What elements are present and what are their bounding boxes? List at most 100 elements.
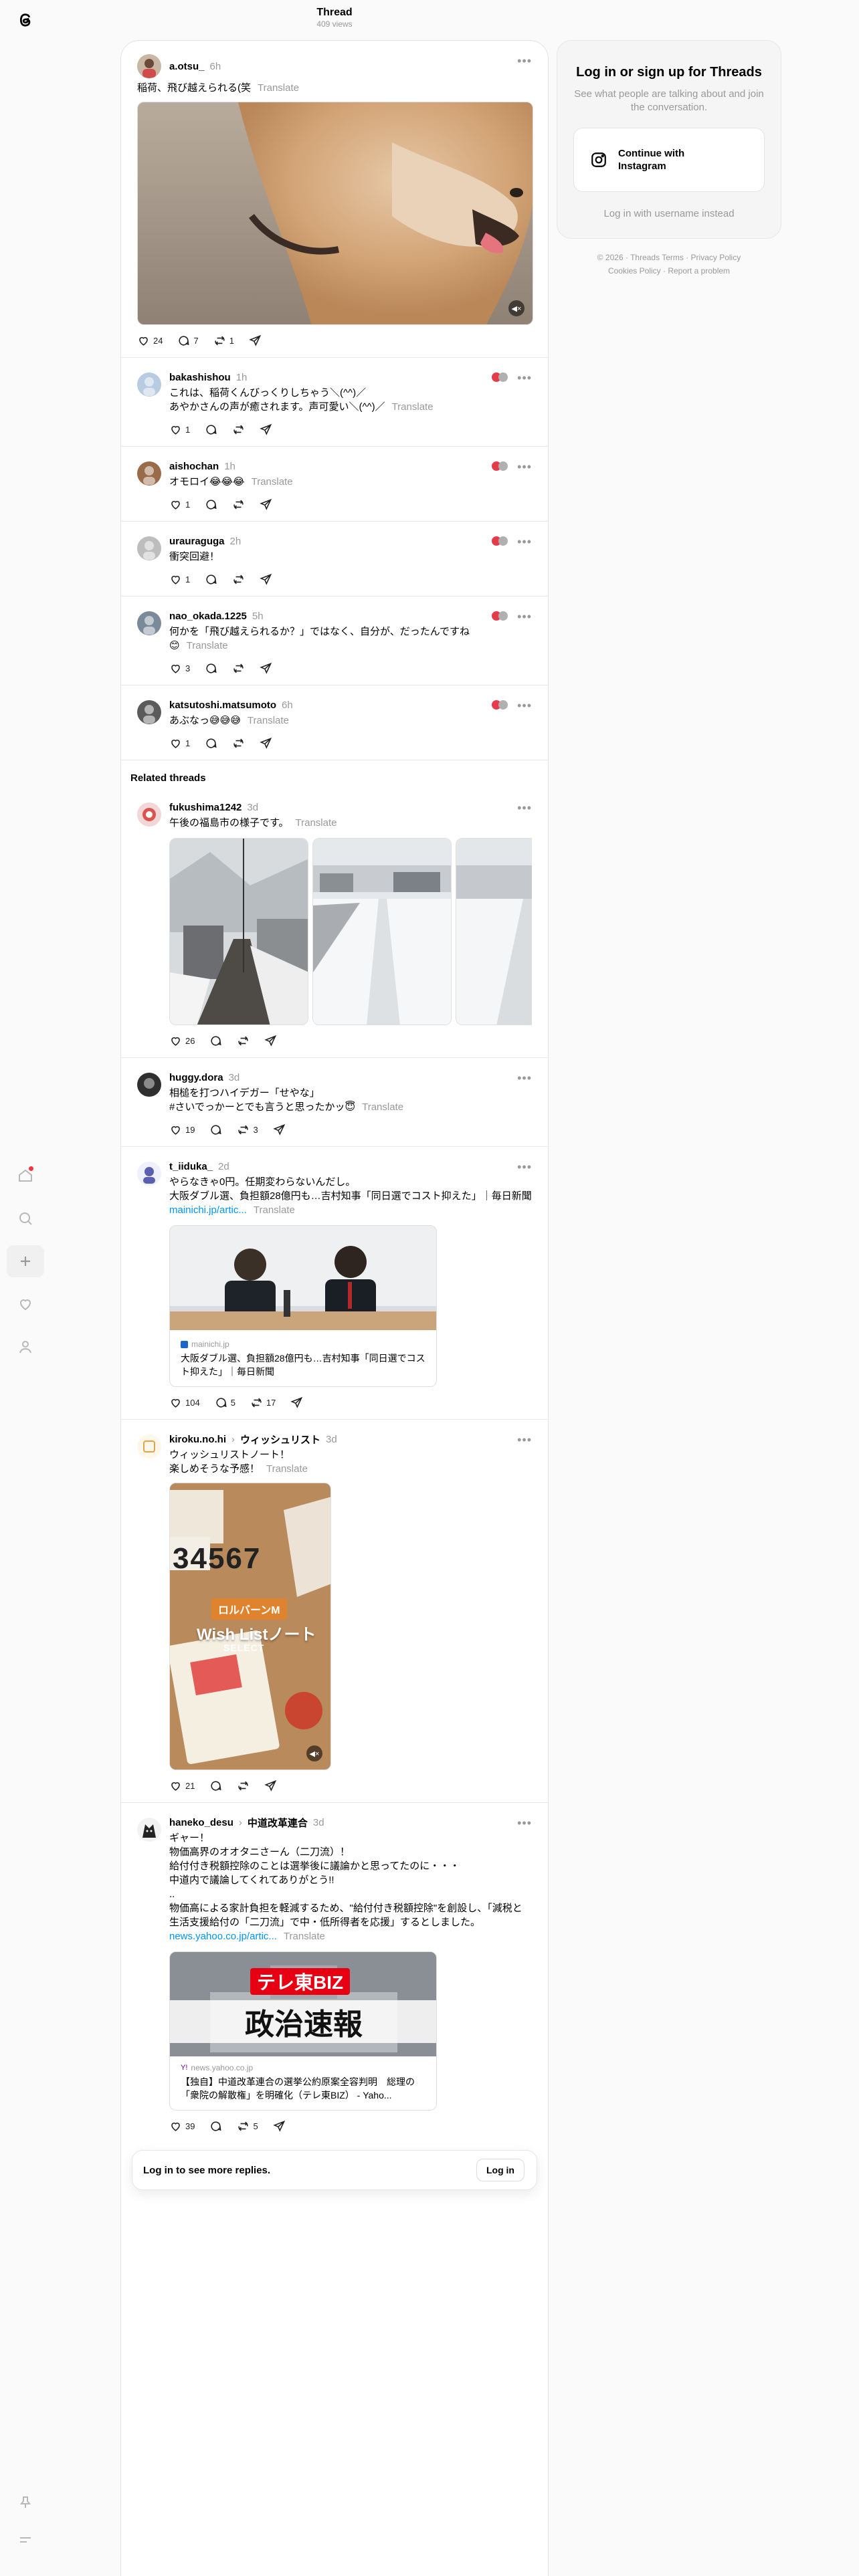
like-button[interactable]: 1 bbox=[169, 423, 190, 436]
repost-button[interactable]: 17 bbox=[250, 1396, 276, 1409]
timestamp[interactable]: 3d bbox=[247, 802, 258, 813]
more-options-icon[interactable]: ••• bbox=[517, 699, 532, 713]
like-button[interactable]: 1 bbox=[169, 498, 190, 511]
username[interactable]: nao_okada.1225 bbox=[169, 611, 247, 622]
share-button[interactable] bbox=[260, 498, 272, 511]
mute-icon[interactable]: ◀× bbox=[306, 1745, 322, 1761]
mute-icon[interactable]: ◀× bbox=[508, 300, 524, 316]
timestamp[interactable]: 3d bbox=[229, 1072, 240, 1083]
more-options-icon[interactable]: ••• bbox=[517, 610, 532, 624]
like-button[interactable]: 19 bbox=[169, 1123, 195, 1136]
translate-link[interactable]: Translate bbox=[284, 1931, 325, 1942]
repost-button[interactable] bbox=[232, 573, 245, 586]
share-button[interactable] bbox=[290, 1396, 303, 1409]
more-options-icon[interactable]: ••• bbox=[517, 54, 532, 68]
translate-link[interactable]: Translate bbox=[248, 715, 289, 726]
username[interactable]: haneko_desu bbox=[169, 1817, 233, 1828]
username[interactable]: fukushima1242 bbox=[169, 802, 242, 813]
avatar[interactable] bbox=[137, 802, 161, 827]
pin-icon[interactable] bbox=[7, 2486, 44, 2518]
username[interactable]: kiroku.no.hi bbox=[169, 1434, 226, 1445]
timestamp[interactable]: 2h bbox=[230, 536, 242, 547]
translate-link[interactable]: Translate bbox=[252, 476, 293, 488]
avatar[interactable] bbox=[137, 461, 161, 486]
heart-icon[interactable] bbox=[7, 1288, 44, 1320]
search-icon[interactable] bbox=[7, 1202, 44, 1235]
share-button[interactable] bbox=[260, 662, 272, 675]
more-options-icon[interactable]: ••• bbox=[517, 1160, 532, 1174]
share-button[interactable] bbox=[260, 573, 272, 586]
login-button[interactable]: Log in bbox=[476, 2159, 524, 2181]
repost-button[interactable]: 1 bbox=[213, 334, 234, 347]
translate-link[interactable]: Translate bbox=[392, 401, 434, 413]
timestamp[interactable]: 1h bbox=[236, 372, 248, 383]
username[interactable]: katsutoshi.matsumoto bbox=[169, 700, 276, 711]
home-icon[interactable] bbox=[7, 1160, 44, 1192]
reply-button[interactable] bbox=[205, 423, 217, 436]
menu-icon[interactable] bbox=[7, 2524, 44, 2556]
reply-button[interactable] bbox=[205, 737, 217, 750]
share-button[interactable] bbox=[272, 1123, 286, 1136]
profile-icon[interactable] bbox=[7, 1331, 44, 1363]
repost-button[interactable] bbox=[237, 1780, 250, 1792]
post-image[interactable] bbox=[312, 838, 452, 1025]
post-link[interactable]: news.yahoo.co.jp/artic... bbox=[169, 1931, 277, 1942]
repost-button[interactable] bbox=[232, 423, 245, 436]
avatar[interactable] bbox=[137, 1818, 161, 1842]
username[interactable]: aishochan bbox=[169, 461, 219, 472]
username[interactable]: huggy.dora bbox=[169, 1072, 223, 1083]
reply-button[interactable] bbox=[205, 498, 217, 511]
like-button[interactable]: 1 bbox=[169, 573, 190, 586]
avatar[interactable] bbox=[137, 700, 161, 724]
more-options-icon[interactable]: ••• bbox=[517, 460, 532, 474]
repost-button[interactable] bbox=[232, 498, 245, 511]
reply-button[interactable] bbox=[209, 1780, 222, 1792]
post-video[interactable]: ◀× bbox=[137, 102, 533, 325]
like-button[interactable]: 39 bbox=[169, 2120, 195, 2133]
avatar[interactable] bbox=[137, 536, 161, 560]
more-options-icon[interactable]: ••• bbox=[517, 1816, 532, 1830]
translate-link[interactable]: Translate bbox=[362, 1101, 403, 1113]
share-button[interactable] bbox=[272, 2120, 286, 2133]
timestamp[interactable]: 2d bbox=[218, 1161, 229, 1172]
link-preview-card[interactable]: テレ東BIZ 政治速報 Y! news.yahoo.co.jp 【独自】中道改革連… bbox=[169, 1951, 437, 2111]
more-options-icon[interactable]: ••• bbox=[517, 801, 532, 815]
reply-button[interactable] bbox=[209, 1035, 222, 1047]
post-image[interactable] bbox=[169, 838, 308, 1025]
like-button[interactable]: 1 bbox=[169, 737, 190, 750]
timestamp[interactable]: 5h bbox=[252, 611, 264, 622]
username-login-link[interactable]: Log in with username instead bbox=[573, 208, 765, 219]
share-button[interactable] bbox=[249, 334, 262, 347]
reply-button[interactable] bbox=[205, 662, 217, 675]
more-options-icon[interactable]: ••• bbox=[517, 1071, 532, 1085]
continue-with-instagram-button[interactable]: Continue with Instagram bbox=[573, 128, 765, 192]
more-options-icon[interactable]: ••• bbox=[517, 1433, 532, 1447]
footer-links[interactable]: © 2026 · Threads Terms · Privacy Policy bbox=[557, 251, 781, 264]
share-button[interactable] bbox=[264, 1035, 277, 1047]
username[interactable]: a.otsu_ bbox=[169, 61, 205, 72]
share-button[interactable] bbox=[260, 737, 272, 750]
reply-button[interactable] bbox=[209, 1123, 222, 1136]
more-options-icon[interactable]: ••• bbox=[517, 535, 532, 549]
link-preview-card[interactable]: mainichi.jp 大阪ダブル選、負担額28億円も…吉村知事「同日選でコスト… bbox=[169, 1225, 437, 1387]
reply-button[interactable] bbox=[209, 2120, 222, 2133]
share-button[interactable] bbox=[264, 1780, 277, 1792]
username[interactable]: bakashishou bbox=[169, 372, 231, 383]
avatar[interactable] bbox=[137, 1073, 161, 1097]
share-button[interactable] bbox=[260, 423, 272, 436]
avatar[interactable] bbox=[137, 611, 161, 635]
like-button[interactable]: 104 bbox=[169, 1396, 200, 1409]
translate-link[interactable]: Translate bbox=[187, 640, 228, 651]
username[interactable]: t_iiduka_ bbox=[169, 1161, 213, 1172]
timestamp[interactable]: 6h bbox=[282, 700, 293, 711]
topic-tag[interactable]: 中道改革連合 bbox=[248, 1816, 308, 1830]
timestamp[interactable]: 6h bbox=[210, 61, 221, 72]
reply-button[interactable]: 5 bbox=[215, 1396, 235, 1409]
avatar[interactable] bbox=[137, 54, 161, 78]
like-button[interactable]: 26 bbox=[169, 1035, 195, 1047]
repost-button[interactable] bbox=[232, 737, 245, 750]
threads-logo-icon[interactable] bbox=[15, 9, 36, 31]
post-image[interactable] bbox=[456, 838, 532, 1025]
like-button[interactable]: 3 bbox=[169, 662, 190, 675]
topic-tag[interactable]: ウィッシュリスト bbox=[240, 1432, 320, 1446]
